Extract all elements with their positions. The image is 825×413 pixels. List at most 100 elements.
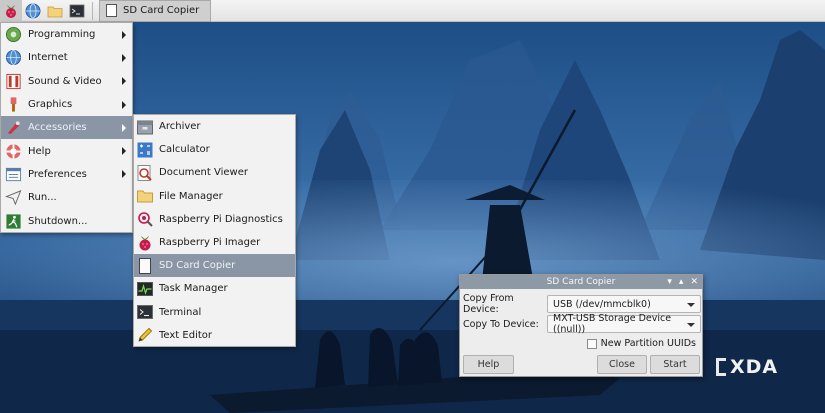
menu-item-text-editor[interactable]: Text Editor — [134, 324, 295, 347]
menu-item-sound-video[interactable]: Sound & Video — [1, 70, 132, 93]
graphics-icon — [10, 97, 17, 112]
document-viewer-icon — [137, 164, 152, 181]
menu-item-label: Task Manager — [159, 283, 228, 295]
window-controls: ▾ ▴ ✕ — [667, 275, 698, 289]
menu-button[interactable] — [0, 0, 22, 22]
sd-card-icon — [106, 4, 117, 17]
menu-item-label: Accessories — [28, 122, 87, 134]
menu-item-label: Raspberry Pi Diagnostics — [159, 213, 283, 225]
minimize-icon[interactable]: ▾ — [667, 275, 672, 289]
raspberry-icon — [139, 235, 151, 251]
menu-item-label: File Manager — [159, 190, 223, 202]
menu-item-label: Document Viewer — [159, 167, 248, 179]
terminal-launcher[interactable] — [66, 0, 88, 22]
menu-item-accessories[interactable]: Accessories — [1, 116, 132, 140]
help-icon — [6, 144, 21, 159]
menu-item-terminal[interactable]: Terminal — [134, 301, 295, 324]
top-panel: SD Card Copier — [0, 0, 825, 22]
menu-item-sd-card-copier[interactable]: SD Card Copier — [134, 254, 295, 278]
menu-item-run[interactable]: Run... — [1, 186, 132, 209]
menu-item-raspberry-pi-diagnostics[interactable]: Raspberry Pi Diagnostics — [134, 208, 295, 231]
sd-card-copier-dialog: SD Card Copier ▾ ▴ ✕ Copy From Device: U… — [459, 274, 703, 377]
copy-to-row: Copy To Device: MXT-USB Storage Device (… — [463, 313, 701, 335]
close-icon[interactable]: ✕ — [690, 275, 698, 289]
dialog-title: SD Card Copier — [546, 277, 616, 287]
menu-item-file-manager[interactable]: File Manager — [134, 185, 295, 208]
programming-icon — [5, 27, 22, 43]
menu-item-label: Raspberry Pi Imager — [159, 237, 261, 249]
menu-item-archiver[interactable]: Archiver — [134, 115, 295, 138]
menu-item-programming[interactable]: Programming — [1, 23, 132, 46]
menu-item-calculator[interactable]: Calculator — [134, 138, 295, 161]
taskbar-window-title: SD Card Copier — [123, 5, 200, 16]
copy-from-label: Copy From Device: — [463, 293, 514, 315]
xda-logo-icon — [716, 358, 726, 376]
menu-item-internet[interactable]: Internet — [1, 46, 132, 69]
shutdown-icon — [6, 213, 21, 229]
menu-item-label: Run... — [28, 192, 57, 204]
copy-from-device-select[interactable]: USB (/dev/mmcblk0) — [547, 295, 701, 313]
terminal-icon — [137, 305, 153, 320]
help-button[interactable]: Help — [463, 355, 514, 374]
new-partition-uuids-option: New Partition UUIDs — [586, 338, 696, 349]
web-browser-launcher[interactable] — [22, 0, 44, 22]
submenu-arrow-icon — [122, 170, 126, 179]
menu-item-label: Graphics — [28, 99, 73, 111]
copy-to-value: MXT-USB Storage Device ((null)) — [553, 313, 672, 335]
menu-item-label: Programming — [28, 29, 96, 41]
copy-to-device-select[interactable]: MXT-USB Storage Device ((null)) — [547, 313, 701, 335]
sound-video-icon — [6, 73, 21, 89]
menu-item-label: Preferences — [28, 168, 87, 180]
accessories-icon — [7, 121, 20, 135]
submenu-arrow-icon — [122, 53, 126, 62]
run-icon — [5, 190, 22, 206]
copy-from-row: Copy From Device: USB (/dev/mmcblk0) — [463, 293, 701, 315]
preferences-icon — [5, 167, 22, 182]
new-partition-uuids-checkbox[interactable] — [586, 338, 597, 349]
submenu-arrow-icon — [122, 147, 126, 156]
checkbox-label: New Partition UUIDs — [600, 338, 696, 349]
chevron-down-icon — [687, 323, 695, 327]
diagnostics-icon — [138, 212, 153, 228]
submenu-arrow-icon — [122, 100, 126, 109]
taskbar-window-button[interactable]: SD Card Copier — [99, 0, 211, 22]
menu-item-label: Calculator — [159, 144, 210, 156]
menu-item-graphics[interactable]: Graphics — [1, 93, 132, 116]
copy-from-value: USB (/dev/mmcblk0) — [553, 298, 651, 310]
text-editor-icon — [138, 328, 153, 342]
maximize-icon[interactable]: ▴ — [679, 275, 684, 289]
folder-icon — [137, 190, 153, 203]
menu-item-label: Text Editor — [159, 329, 212, 341]
menu-item-task-manager[interactable]: Task Manager — [134, 277, 295, 300]
start-button[interactable]: Start — [650, 355, 700, 374]
close-button[interactable]: Close — [597, 355, 647, 374]
menu-item-label: Archiver — [159, 121, 201, 133]
web-browser-icon — [25, 3, 41, 18]
menu-item-document-viewer[interactable]: Document Viewer — [134, 161, 295, 184]
menu-item-label: Help — [28, 145, 51, 157]
menu-item-help[interactable]: Help — [1, 139, 132, 162]
archiver-icon — [137, 120, 153, 135]
accessories-submenu: Archiver Calculator Document Viewer File… — [133, 114, 296, 347]
file-manager-launcher[interactable] — [44, 0, 66, 22]
menu-item-label: SD Card Copier — [159, 260, 236, 272]
main-menu: Programming Internet Sound & Video Graph… — [0, 22, 133, 233]
sd-card-icon — [139, 257, 151, 274]
xda-watermark: XDA — [716, 356, 798, 378]
menu-item-label: Shutdown... — [28, 215, 88, 227]
submenu-arrow-icon — [122, 30, 126, 39]
menu-item-label: Internet — [28, 52, 68, 64]
globe-icon — [5, 50, 22, 66]
chevron-down-icon — [687, 303, 695, 307]
file-manager-icon — [47, 6, 63, 17]
menu-item-label: Sound & Video — [28, 75, 102, 87]
menu-item-preferences[interactable]: Preferences — [1, 163, 132, 186]
raspberry-menu-icon — [6, 4, 16, 18]
submenu-arrow-icon — [122, 77, 126, 86]
menu-item-raspberry-pi-imager[interactable]: Raspberry Pi Imager — [134, 231, 295, 254]
calculator-icon — [137, 142, 153, 158]
submenu-arrow-icon — [122, 123, 126, 132]
menu-item-shutdown[interactable]: Shutdown... — [1, 209, 132, 232]
panel-separator — [92, 1, 93, 20]
dialog-titlebar[interactable]: SD Card Copier ▾ ▴ ✕ — [460, 275, 702, 289]
